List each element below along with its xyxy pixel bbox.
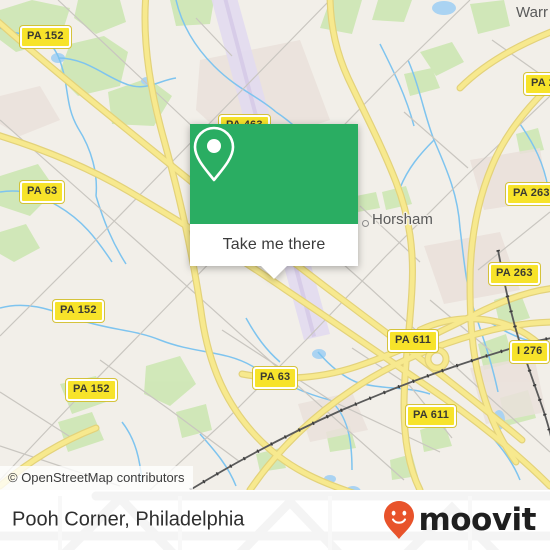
map-canvas[interactable]: PA 152 PA 63 PA 152 PA 152 PA 63 PA 463 … (0, 0, 550, 490)
road-shield: PA 63 (253, 367, 298, 389)
page-title: Pooh Corner, Philadelphia (12, 508, 245, 531)
take-me-there-label: Take me there (222, 236, 326, 253)
road-shield: PA 611 (388, 330, 439, 352)
road-shield: PA 152 (53, 300, 104, 322)
road-shield: PA 2 (524, 73, 550, 95)
place-marker-dot (362, 220, 369, 227)
road-shield: PA 63 (20, 181, 65, 203)
place-label-horsham: Horsham (372, 211, 433, 228)
road-shield: PA 611 (406, 405, 457, 427)
road-shield: PA 152 (20, 26, 71, 48)
road-shield: PA 152 (66, 379, 117, 401)
road-shield: PA 263 (489, 263, 540, 285)
location-popup-card[interactable]: Take me there (190, 124, 358, 279)
map-pin-icon (193, 126, 235, 182)
moovit-pin-smiley-icon (384, 501, 415, 539)
road-shield: PA 263 (506, 183, 550, 205)
popup-icon-area (190, 124, 358, 224)
road-shield: I 276 (510, 341, 550, 363)
moovit-wordmark: moovit (418, 501, 536, 538)
popup-pointer (261, 266, 287, 279)
map-attribution[interactable]: © OpenStreetMap contributors (0, 466, 193, 490)
screenshot-root: PA 152 PA 63 PA 152 PA 152 PA 63 PA 463 … (0, 0, 550, 550)
place-label-warrington: Warr (516, 4, 548, 21)
footer-bar: Pooh Corner, Philadelphia moovit (0, 490, 550, 550)
take-me-there-button[interactable]: Take me there (190, 224, 358, 266)
moovit-brand[interactable]: moovit (383, 500, 536, 540)
